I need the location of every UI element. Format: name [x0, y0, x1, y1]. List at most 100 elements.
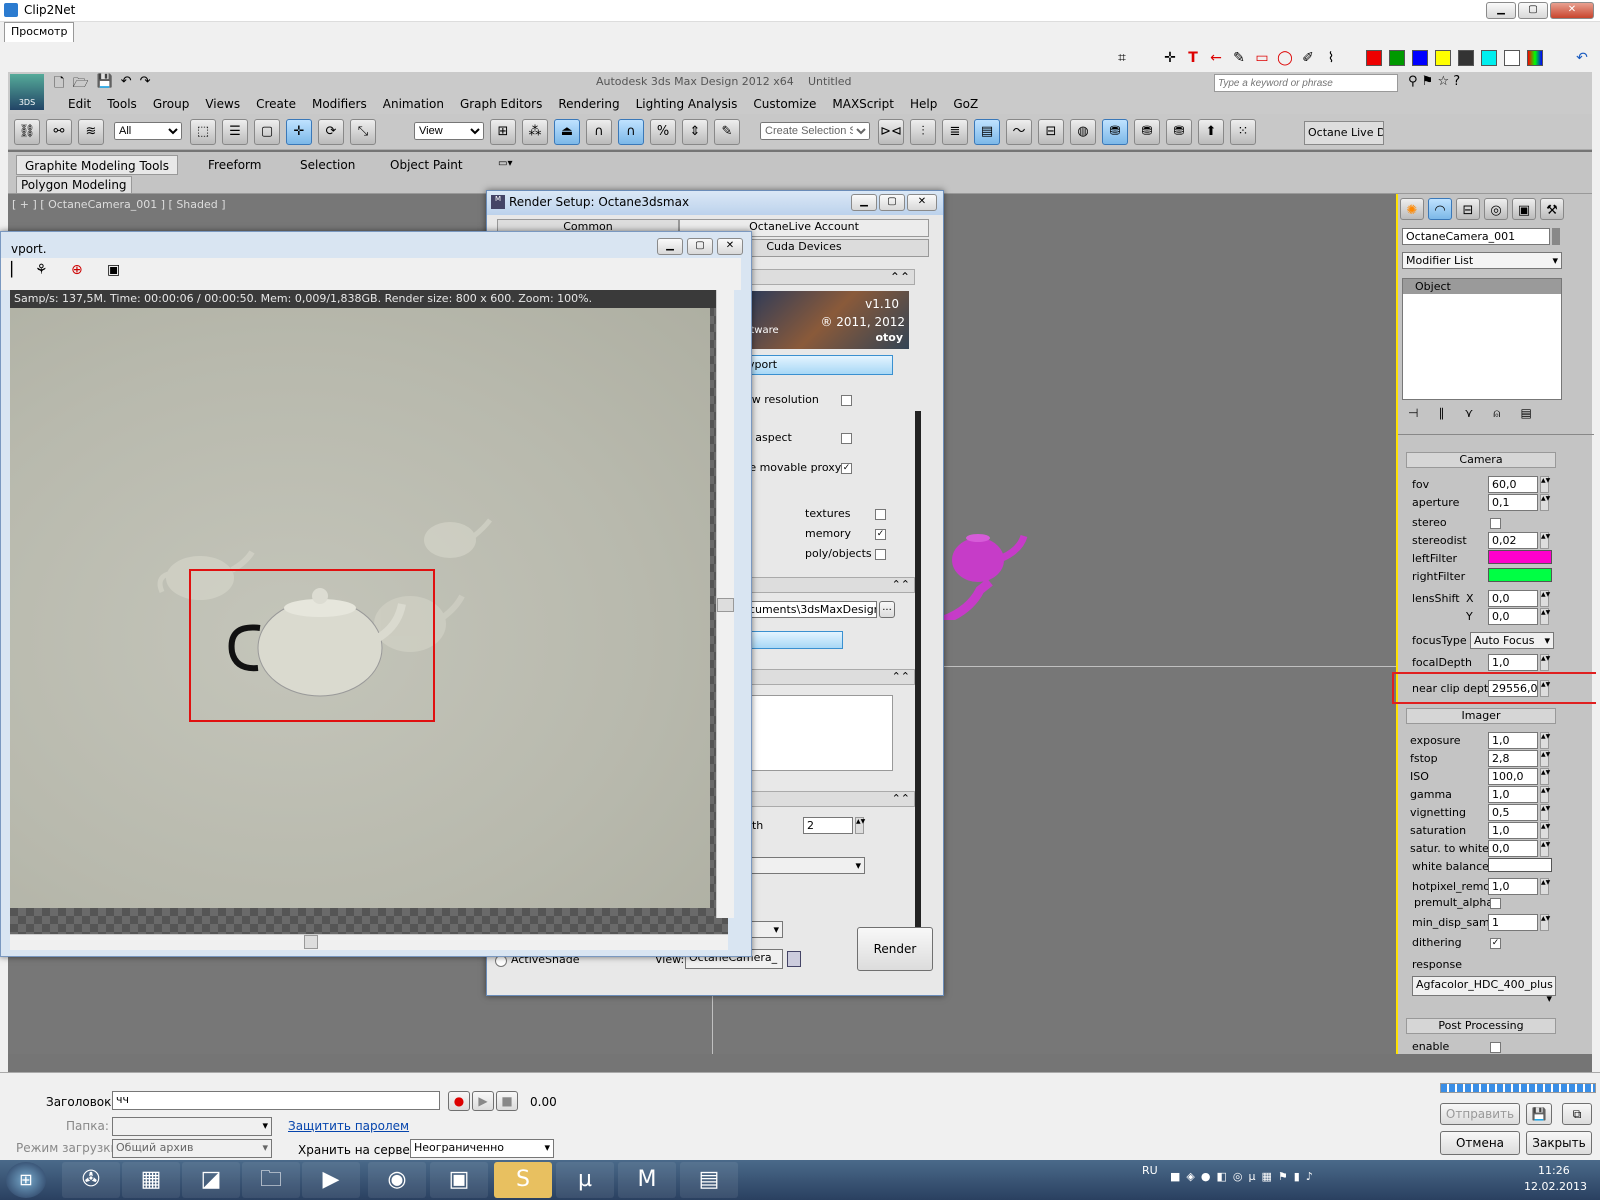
fb-minimize-button[interactable]: ▁ — [657, 238, 683, 255]
lensshift-x-spinner[interactable]: ▲▼ — [1540, 590, 1550, 607]
pivot-center-icon[interactable]: ⊞ — [490, 119, 516, 145]
taskbar-chrome-icon[interactable]: ◉ — [368, 1162, 426, 1198]
viewport-label[interactable]: [ + ] [ OctaneCamera_001 ] [ Shaded ] — [12, 198, 226, 211]
menu-item[interactable]: GoZ — [945, 96, 986, 112]
fb-hscroll-thumb[interactable] — [304, 935, 318, 949]
selection-filter-select[interactable]: All — [114, 122, 182, 140]
render-button[interactable]: Render — [857, 927, 933, 971]
undo-icon[interactable]: ↶ — [121, 74, 132, 96]
stereo-checkbox[interactable] — [1490, 518, 1501, 529]
menu-item[interactable]: Views — [197, 96, 248, 112]
spinner-snap-icon[interactable]: ⇕ — [682, 119, 708, 145]
camera-param-field[interactable]: 60,0 — [1488, 476, 1538, 493]
taskbar-explorer-icon[interactable]: 🗀 — [242, 1162, 300, 1198]
dithering-checkbox[interactable]: ✓ — [1490, 938, 1501, 949]
menu-item[interactable]: Help — [902, 96, 945, 112]
store-select[interactable]: Неограниченно ▾ — [410, 1139, 554, 1158]
tab-graphite-modeling-tools[interactable]: Graphite Modeling Tools — [16, 155, 179, 175]
menu-item[interactable]: Tools — [99, 96, 145, 112]
align-icon[interactable]: ⫶ — [910, 119, 936, 145]
fb-close-button[interactable]: ✕ — [717, 238, 743, 255]
snaps-toggle-icon[interactable]: ∩ — [586, 119, 612, 145]
tab-selection[interactable]: Selection — [292, 155, 363, 175]
reference-coord-select[interactable]: View — [414, 122, 484, 140]
taskbar-app-icon[interactable]: ◪ — [182, 1162, 240, 1198]
tray-icon[interactable]: ◈ — [1186, 1170, 1194, 1183]
imager-param-spinner[interactable]: ▲▼ — [1540, 750, 1550, 767]
dropdown-select[interactable]: ▾ — [745, 857, 865, 874]
camera-param-field[interactable]: 0,02 — [1488, 532, 1538, 549]
fb-vertical-scrollbar[interactable] — [716, 290, 734, 918]
imager-param-spinner[interactable]: ▲▼ — [1540, 804, 1550, 821]
depth-field[interactable]: 2 — [803, 817, 853, 834]
option-movable-proxy-checkbox[interactable]: ✓ — [841, 463, 852, 474]
taskbar-app-icon[interactable]: ✇ — [62, 1162, 120, 1198]
color-cyan[interactable] — [1481, 50, 1497, 66]
menu-item[interactable]: Group — [145, 96, 198, 112]
action-button[interactable] — [745, 631, 843, 649]
rollout-collapse-icon[interactable]: ⌃⌃ — [745, 669, 915, 685]
fb-region-icon[interactable]: ⚘ — [35, 262, 48, 278]
tray-icon[interactable]: ■ — [1170, 1170, 1180, 1183]
move-icon[interactable]: ✛ — [1160, 48, 1180, 68]
octane-live-button[interactable]: Octane Live DE — [1304, 121, 1384, 145]
mindisp-field[interactable]: 1 — [1488, 914, 1538, 931]
dialog-minimize-button[interactable]: ▁ — [851, 194, 877, 211]
move-icon[interactable]: ✛ — [286, 119, 312, 145]
folder-select[interactable]: ▾ — [112, 1117, 272, 1136]
highlighter-icon[interactable]: ✐ — [1298, 48, 1318, 68]
nearclip-field[interactable]: 29556,0 — [1488, 680, 1538, 697]
tray-icon[interactable]: ◧ — [1216, 1170, 1226, 1183]
taskbar-media-icon[interactable]: ▶ — [302, 1162, 360, 1198]
lensshift-y-field[interactable]: 0,0 — [1488, 608, 1538, 625]
save-icon[interactable]: 💾 — [1526, 1103, 1552, 1125]
select-by-name-icon[interactable]: ☰ — [222, 119, 248, 145]
rollout-collapse-icon[interactable]: ⌃⌃ — [745, 791, 915, 807]
ellipse-tool-icon[interactable]: ◯ — [1275, 48, 1295, 68]
region-select-icon[interactable]: ▢ — [254, 119, 280, 145]
rollout-imager-header[interactable]: Imager — [1406, 708, 1556, 724]
imager-param-field[interactable]: 1,0 — [1488, 732, 1538, 749]
octane-settings-icon[interactable]: ⁙ — [1230, 119, 1256, 145]
menu-item[interactable]: Animation — [375, 96, 452, 112]
fb-scroll-thumb[interactable] — [717, 598, 734, 612]
maximize-button[interactable]: ▢ — [1518, 2, 1548, 19]
cancel-button[interactable]: Отмена — [1440, 1131, 1520, 1155]
mirror-icon[interactable]: ⊳⊲ — [878, 119, 904, 145]
fb-target-icon[interactable]: ⊕ — [71, 262, 83, 278]
make-unique-icon[interactable]: ⋎ — [1464, 406, 1473, 421]
angle-snap-icon[interactable]: ∩ — [618, 119, 644, 145]
browse-button[interactable]: ... — [879, 601, 895, 618]
rollout-collapse-icon[interactable]: ⌃⌃ — [745, 577, 915, 593]
teapot-viewport-magenta[interactable] — [940, 520, 1030, 620]
imager-param-spinner[interactable]: ▲▼ — [1540, 786, 1550, 803]
color-palette-icon[interactable] — [1527, 50, 1543, 66]
volume-icon[interactable]: ♪ — [1306, 1170, 1313, 1183]
premult-checkbox[interactable] — [1490, 898, 1501, 909]
title-input[interactable]: чч — [112, 1091, 440, 1110]
schematic-view-icon[interactable]: ⊟ — [1038, 119, 1064, 145]
option-aspect-checkbox[interactable] — [841, 433, 852, 444]
percent-snap-icon[interactable]: % — [650, 119, 676, 145]
configure-sets-icon[interactable]: ▤ — [1520, 406, 1531, 421]
tab-object-paint[interactable]: Object Paint — [382, 155, 471, 175]
select-manipulate-icon[interactable]: ⁂ — [522, 119, 548, 145]
pin-stack-icon[interactable]: ⊣ — [1408, 406, 1418, 421]
imager-param-field[interactable]: 1,0 — [1488, 822, 1538, 839]
fb-display-icon[interactable]: ▣ — [107, 262, 120, 278]
color-black[interactable] — [1458, 50, 1474, 66]
link-icon[interactable]: ⛓ — [14, 119, 40, 145]
menu-item[interactable]: Graph Editors — [452, 96, 550, 112]
play-button[interactable]: ▶ — [472, 1091, 494, 1111]
motion-tab-icon[interactable]: ◎ — [1484, 198, 1508, 220]
scrollbar[interactable] — [915, 411, 921, 931]
object-name-field[interactable]: OctaneCamera_001 — [1402, 228, 1550, 245]
record-button[interactable]: ● — [448, 1091, 470, 1111]
lensshift-y-spinner[interactable]: ▲▼ — [1540, 608, 1550, 625]
fb-maximize-button[interactable]: ▢ — [687, 238, 713, 255]
imager-param-spinner[interactable]: ▲▼ — [1540, 822, 1550, 839]
send-button[interactable]: Отправить — [1440, 1103, 1520, 1125]
camera-param-spinner[interactable]: ▲▼ — [1540, 476, 1550, 493]
unlink-icon[interactable]: ⚯ — [46, 119, 72, 145]
menu-item[interactable]: MAXScript — [824, 96, 902, 112]
